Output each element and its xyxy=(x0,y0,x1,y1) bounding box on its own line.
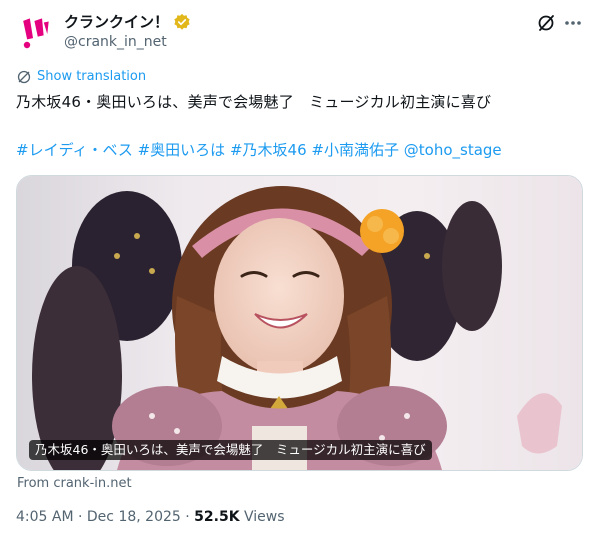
crankin-logo-icon xyxy=(16,12,56,52)
hashtag-link[interactable]: #乃木坂46 xyxy=(230,141,307,159)
hashtag-link[interactable]: #奥田いろは xyxy=(138,141,226,159)
hashtag-link[interactable]: #レイディ・ベス xyxy=(16,141,133,159)
verified-badge-icon xyxy=(173,13,191,31)
meta-separator: · xyxy=(185,509,190,525)
author-name-label[interactable]: クランクイン！ xyxy=(64,12,169,32)
grok-slash-icon[interactable] xyxy=(536,13,556,33)
views-count: 52.5K xyxy=(194,509,240,525)
card-caption: 乃木坂46・奥田いろは、美声で会場魅了 ミュージカル初主演に喜び xyxy=(29,440,432,460)
show-translation-label[interactable]: Show translation xyxy=(37,69,146,84)
globe-icon xyxy=(17,70,31,83)
hashtag-link[interactable]: #小南満佑子 xyxy=(311,141,399,159)
tweet-date[interactable]: Dec 18, 2025 xyxy=(87,509,181,525)
card-photo xyxy=(17,176,582,470)
more-dots-icon[interactable] xyxy=(563,13,583,33)
author-name[interactable]: クランクイン！ xyxy=(64,12,191,32)
hashtag-line: #レイディ・ベス #奥田いろは #乃木坂46 #小南満佑子 @toho_stag… xyxy=(16,139,502,161)
link-card[interactable]: 乃木坂46・奥田いろは、美声で会場魅了 ミュージカル初主演に喜び xyxy=(16,175,583,471)
tweet-time[interactable]: 4:05 AM xyxy=(16,509,74,525)
tweet-text: 乃木坂46・奥田いろは、美声で会場魅了 ミュージカル初主演に喜び xyxy=(16,93,492,111)
author-handle[interactable]: @crank_in_net xyxy=(64,33,167,51)
views-label: Views xyxy=(244,509,285,525)
card-source[interactable]: From crank-in.net xyxy=(17,476,132,491)
tweet-meta: 4:05 AM · Dec 18, 2025 · 52.5K Views xyxy=(16,509,285,525)
mention-link[interactable]: @toho_stage xyxy=(404,141,502,159)
avatar[interactable] xyxy=(16,12,56,52)
show-translation-link[interactable]: Show translation xyxy=(17,69,146,84)
meta-separator: · xyxy=(78,509,83,525)
